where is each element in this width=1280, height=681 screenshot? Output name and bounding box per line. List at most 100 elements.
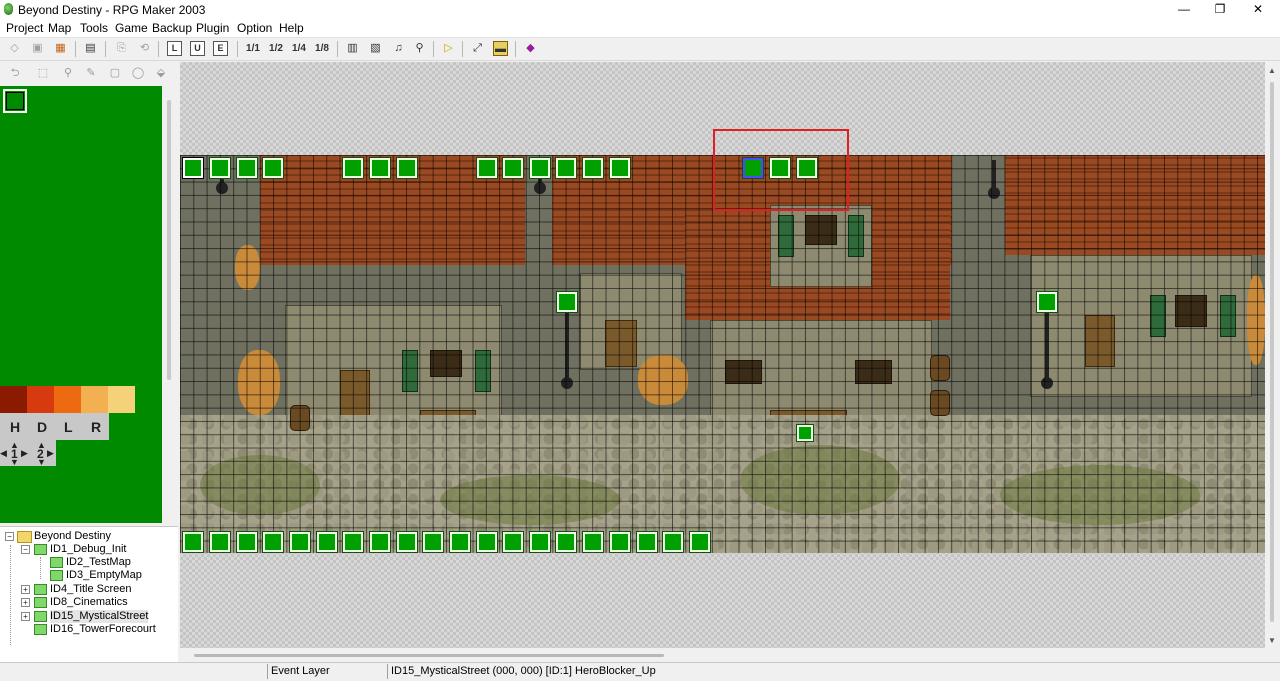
maximize-button[interactable]: ❐ xyxy=(1202,0,1238,19)
event-marker[interactable] xyxy=(797,425,813,441)
event-marker[interactable] xyxy=(450,532,470,552)
layer-key-d[interactable]: D xyxy=(37,419,47,435)
event-marker[interactable] xyxy=(610,158,630,178)
rtp-icon[interactable]: ◆ xyxy=(523,41,538,56)
map-canvas[interactable] xyxy=(180,62,1265,648)
event-marker[interactable] xyxy=(343,158,363,178)
music-icon[interactable]: ♫ xyxy=(391,41,406,56)
tree-item[interactable]: ID16_TowerForecourt xyxy=(0,623,178,636)
event-marker[interactable] xyxy=(183,532,203,552)
event-marker[interactable] xyxy=(290,532,310,552)
layer-key-h[interactable]: H xyxy=(10,419,20,435)
undo-draw-icon[interactable]: ⮌ xyxy=(8,66,22,80)
event-marker[interactable] xyxy=(477,532,497,552)
arrow-down-icon[interactable]: ▼ xyxy=(37,457,46,467)
search-icon[interactable]: ⚲ xyxy=(412,41,427,56)
map-vertical-scrollbar[interactable]: ▲ ▼ xyxy=(1265,62,1280,648)
event-marker[interactable] xyxy=(317,532,337,552)
pencil-icon[interactable]: ✎ xyxy=(84,66,98,80)
event-marker[interactable] xyxy=(583,158,603,178)
menu-tools[interactable]: Tools xyxy=(80,21,108,35)
close-project-icon[interactable]: ▦ xyxy=(53,41,68,56)
collapse-icon[interactable]: − xyxy=(21,545,30,554)
zoom-1-1-button[interactable]: 1/1 xyxy=(245,41,261,56)
event-marker[interactable] xyxy=(503,158,523,178)
event-marker[interactable] xyxy=(1037,292,1057,312)
event-marker[interactable] xyxy=(477,158,497,178)
minimize-button[interactable]: — xyxy=(1166,0,1202,19)
title-screen-icon[interactable]: ▬ xyxy=(493,41,508,56)
event-marker[interactable] xyxy=(556,532,576,552)
arrow-down-icon[interactable]: ▼ xyxy=(10,457,19,467)
menu-project[interactable]: Project xyxy=(6,21,43,35)
close-button[interactable]: ✕ xyxy=(1240,0,1276,19)
circle-icon[interactable]: ◯ xyxy=(131,66,145,80)
open-project-icon[interactable]: ▣ xyxy=(30,41,45,56)
event-marker[interactable] xyxy=(530,158,550,178)
event-marker[interactable] xyxy=(397,532,417,552)
event-marker[interactable] xyxy=(557,292,577,312)
menu-plugin[interactable]: Plugin xyxy=(196,21,229,35)
event-marker[interactable] xyxy=(503,532,523,552)
event-marker[interactable] xyxy=(690,532,710,552)
map-view[interactable] xyxy=(180,155,1265,553)
new-project-icon[interactable]: ◇ xyxy=(7,41,22,56)
upper-layer-icon[interactable]: U xyxy=(190,41,205,56)
event-marker[interactable] xyxy=(610,532,630,552)
scroll-up-icon[interactable]: ▲ xyxy=(1268,66,1276,75)
arrow-left-icon[interactable]: ◀ xyxy=(0,448,7,459)
menu-game[interactable]: Game xyxy=(115,21,148,35)
event-marker[interactable] xyxy=(343,532,363,552)
layer-key-l[interactable]: L xyxy=(64,419,73,435)
zoom-1-2-button[interactable]: 1/2 xyxy=(268,41,284,56)
tree-item[interactable]: ID2_TestMap xyxy=(0,556,178,569)
swatch-red[interactable] xyxy=(27,386,54,413)
event-marker[interactable] xyxy=(423,532,443,552)
layer-key-r[interactable]: R xyxy=(91,419,101,435)
swatch-light-orange[interactable] xyxy=(81,386,108,413)
menu-map[interactable]: Map xyxy=(48,21,71,35)
swatch-dark-red[interactable] xyxy=(0,386,27,413)
zoom-1-8-button[interactable]: 1/8 xyxy=(314,41,330,56)
menu-backup[interactable]: Backup xyxy=(152,21,192,35)
redo-icon[interactable]: ⟲ xyxy=(137,41,152,56)
event-marker[interactable] xyxy=(583,532,603,552)
expand-icon[interactable]: + xyxy=(21,612,30,621)
event-marker[interactable] xyxy=(370,532,390,552)
event-marker[interactable] xyxy=(637,532,657,552)
event-marker[interactable] xyxy=(183,158,203,178)
material-icon[interactable]: ▧ xyxy=(368,41,383,56)
chipset-palette[interactable]: H D L R ▲ ▲ ◀ 1 ▶ 2 ▶ ▼ ▼ xyxy=(0,86,162,523)
menu-help[interactable]: Help xyxy=(279,21,304,35)
swatch-orange[interactable] xyxy=(54,386,81,413)
expand-icon[interactable]: + xyxy=(21,598,30,607)
fill-icon[interactable]: ⬙ xyxy=(154,66,168,80)
event-marker[interactable] xyxy=(370,158,390,178)
event-marker[interactable] xyxy=(237,532,257,552)
event-marker[interactable] xyxy=(210,532,230,552)
scroll-down-icon[interactable]: ▼ xyxy=(1268,636,1276,645)
expand-icon[interactable]: + xyxy=(21,585,30,594)
zoom-icon[interactable]: ⚲ xyxy=(61,66,75,80)
playtest-icon[interactable]: ▷ xyxy=(441,41,456,56)
tree-root[interactable]: − Beyond Destiny xyxy=(0,530,178,543)
undo-icon[interactable]: ⎘ xyxy=(114,41,129,56)
event-marker[interactable] xyxy=(210,158,230,178)
lower-layer-icon[interactable]: L xyxy=(167,41,182,56)
rectangle-icon[interactable]: ▢ xyxy=(108,66,122,80)
collapse-icon[interactable]: − xyxy=(5,532,14,541)
tree-item[interactable]: − ID1_Debug_Init xyxy=(0,543,178,556)
palette-scrollbar[interactable] xyxy=(162,86,178,523)
event-marker[interactable] xyxy=(263,532,283,552)
event-marker[interactable] xyxy=(237,158,257,178)
event-marker[interactable] xyxy=(263,158,283,178)
zoom-1-4-button[interactable]: 1/4 xyxy=(291,41,307,56)
event-marker[interactable] xyxy=(663,532,683,552)
tree-item[interactable]: + ID8_Cinematics xyxy=(0,596,178,609)
select-icon[interactable]: ⬚ xyxy=(36,66,50,80)
map-horizontal-scrollbar[interactable] xyxy=(180,648,1265,662)
menu-option[interactable]: Option xyxy=(237,21,272,35)
tree-item[interactable]: ID3_EmptyMap xyxy=(0,569,178,582)
arrow-right-icon[interactable]: ▶ xyxy=(21,448,28,459)
database-icon[interactable]: ▥ xyxy=(345,41,360,56)
